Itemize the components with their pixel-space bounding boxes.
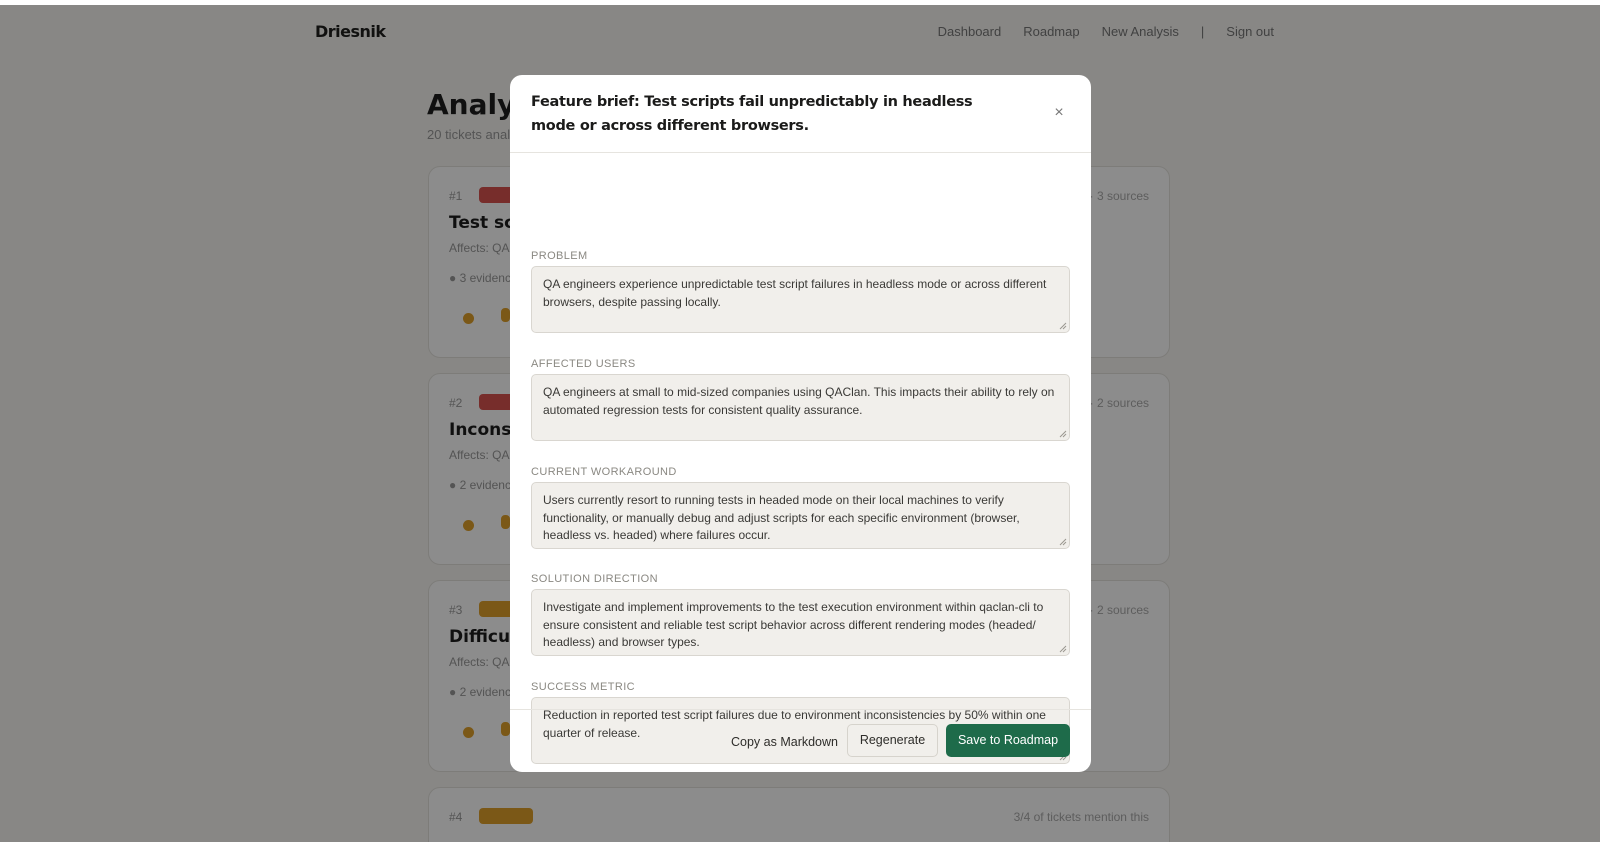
resize-handle-icon[interactable]: [1058, 644, 1067, 653]
modal-title: Feature brief: Test scripts fail unpredi…: [531, 94, 973, 134]
solution-direction-textarea[interactable]: Investigate and implement improvements t…: [531, 589, 1070, 656]
resize-handle-icon[interactable]: [1058, 321, 1067, 330]
field-label: CURRENT WORKAROUND: [531, 466, 677, 478]
field-value: QA engineers experience unpredictable te…: [543, 277, 1047, 309]
copy-markdown-button[interactable]: Copy as Markdown: [719, 727, 850, 757]
problem-textarea[interactable]: QA engineers experience unpredictable te…: [531, 266, 1070, 333]
field-value: Users currently resort to running tests …: [543, 493, 1020, 542]
modal-footer: Copy as Markdown Regenerate Save to Road…: [510, 709, 1091, 772]
resize-handle-icon[interactable]: [1058, 537, 1067, 546]
modal-header: Feature brief: Test scripts fail unpredi…: [510, 75, 1091, 153]
field-label: SUCCESS METRIC: [531, 681, 635, 693]
current-workaround-textarea[interactable]: Users currently resort to running tests …: [531, 482, 1070, 549]
close-icon[interactable]: ×: [1049, 103, 1069, 123]
field-label: SOLUTION DIRECTION: [531, 573, 658, 585]
field-label: AFFECTED USERS: [531, 358, 636, 370]
feature-brief-modal: Feature brief: Test scripts fail unpredi…: [510, 75, 1091, 772]
field-label: PROBLEM: [531, 250, 588, 262]
resize-handle-icon[interactable]: [1058, 429, 1067, 438]
affected-users-textarea[interactable]: QA engineers at small to mid-sized compa…: [531, 374, 1070, 441]
field-value: QA engineers at small to mid-sized compa…: [543, 385, 1055, 417]
field-value: Investigate and implement improvements t…: [543, 600, 1044, 649]
save-to-roadmap-button[interactable]: Save to Roadmap: [946, 724, 1070, 757]
regenerate-button[interactable]: Regenerate: [847, 724, 938, 757]
